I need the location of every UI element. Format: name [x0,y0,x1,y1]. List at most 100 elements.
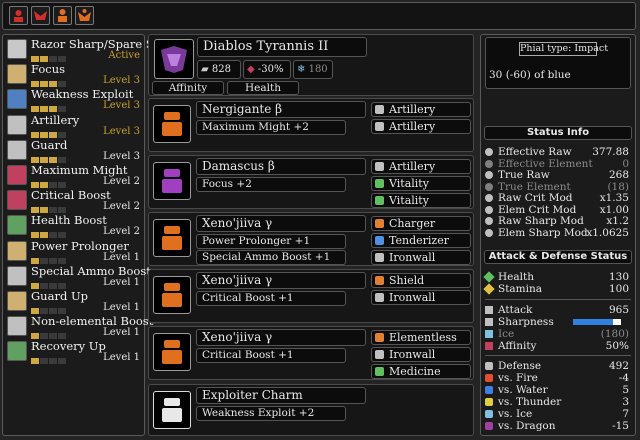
decoration-slot[interactable]: Charger [371,216,471,231]
tab-affinity[interactable]: Affinity [152,81,224,95]
decoration-name: Elementless [389,331,457,344]
decoration-slot[interactable]: Artillery [371,119,471,134]
weapon-icon[interactable] [154,39,194,79]
stat-icon [485,194,493,202]
skill-row[interactable]: Non-elemental Boost Level 1 [5,314,153,340]
decoration-slot[interactable]: Ironwall [371,250,471,265]
decoration-slot[interactable]: Vitality [371,176,471,191]
decoration-name: Artillery [389,103,436,116]
armor-icon[interactable] [153,219,191,257]
skill-row[interactable]: Guard Up Level 1 [5,289,142,314]
skill-name: Critical Boost [31,188,111,203]
skill-level-pips [31,178,67,188]
decoration-slot[interactable]: Elementless [371,330,471,345]
level-pip [58,207,66,214]
level-pip [49,81,57,88]
level-pip [31,308,39,314]
decoration-gem-icon [375,105,384,114]
affinity-icon: ◆ [247,64,255,75]
armor-icon[interactable] [153,333,191,371]
skill-icon [7,240,27,261]
skill-row[interactable]: Maximum Might Level 2 [5,163,142,188]
skill-icon [7,39,27,59]
level-pip [58,358,66,365]
skill-level: Level 1 [103,276,140,288]
skill-row[interactable]: Focus Level 3 [5,62,142,88]
decoration-slot[interactable]: Artillery [371,102,471,117]
armor-set-icon-3[interactable] [53,6,72,25]
skill-name: Special Ammo Boost [31,263,151,278]
skill-row[interactable]: Artillery Level 3 [5,113,142,138]
decoration-gem-icon [375,367,384,376]
skill-level: Level 3 [103,150,140,162]
skill-level-pips [31,254,67,264]
skill-level-pips [31,279,67,289]
attack-icon: ▰ [201,64,209,75]
skill-level: Level 1 [103,327,140,339]
armor-icon[interactable] [153,276,191,314]
level-pip [58,232,66,239]
offense-icon [485,330,493,338]
skill-name: Non-elemental Boost [31,314,154,329]
armor-set-icon-4[interactable] [75,6,94,25]
offense-row: Affinity 50% [481,340,629,352]
offense-row: Attack 965 [481,304,629,316]
stat-name: True Element [498,180,571,193]
decoration-slot[interactable]: Ironwall [371,347,471,362]
tab-health[interactable]: Health [227,81,299,95]
skill-row[interactable]: Razor Sharp/Spare Shot Active [5,37,173,62]
skill-icon [7,139,27,160]
armor-set-icon-1[interactable] [9,6,28,25]
level-pip [31,207,39,214]
offense-value: 50% [605,340,629,352]
skill-row[interactable]: Special Ammo Boost Level 1 [5,264,151,289]
offense-name: Ice [498,328,515,340]
skill-level-pips [31,203,67,214]
skill-row[interactable]: Power Prolonger Level 1 [5,238,142,264]
offense-name: Sharpness [498,316,554,328]
decoration-slot[interactable]: Artillery [371,159,471,174]
offense-icon [485,318,493,326]
decoration-slot[interactable]: Shield [371,273,471,288]
armor-piece: Exploiter Charm Weakness Exploit +2 [148,384,474,436]
armor-name: Exploiter Charm [196,387,366,404]
status-row: Effective Element 0 [481,158,629,170]
skill-row[interactable]: Guard Level 3 [5,137,142,163]
defense-name: vs. Thunder [498,396,562,408]
level-pip [31,106,39,113]
skill-row[interactable]: Weakness Exploit Level 3 [5,87,142,113]
decoration-slot[interactable]: Tenderizer [371,233,471,248]
vital-row: Health 130 [481,271,629,283]
decoration-name: Tenderizer [389,234,449,247]
defense-row: Defense 492 [481,360,629,372]
level-pip [31,156,39,163]
skill-name: Power Prolonger [31,238,129,253]
level-pip [58,333,66,340]
armor-icon[interactable] [153,105,191,143]
skill-name: Maximum Might [31,163,128,177]
stat-name: True Raw [498,169,550,181]
offense-icon [485,342,493,350]
level-pip [49,282,57,289]
level-pip [40,131,48,138]
armor-icon[interactable] [153,391,191,429]
armor-set-icon-2[interactable] [31,6,50,25]
skill-row[interactable]: Health Boost Level 2 [5,213,142,239]
offense-name: Attack [498,304,533,316]
decoration-gem-icon [375,236,384,245]
level-pip [58,56,66,62]
skill-name: Guard [31,137,68,152]
skill-level: Level 2 [103,201,140,213]
skill-row[interactable]: Recovery Up Level 1 [5,339,142,365]
stat-icon [485,228,493,237]
defense-name: vs. Water [498,384,548,396]
defense-row: vs. Thunder 3 [481,396,629,408]
armor-set-toolbar [2,2,636,30]
decoration-gem-icon [375,196,384,205]
defense-icon [485,386,493,394]
decoration-slot[interactable]: Medicine [371,364,471,379]
armor-icon[interactable] [153,162,191,200]
decoration-slot[interactable]: Ironwall [371,290,471,305]
decoration-slot[interactable]: Vitality [371,193,471,208]
skill-row[interactable]: Critical Boost Level 2 [5,188,142,214]
